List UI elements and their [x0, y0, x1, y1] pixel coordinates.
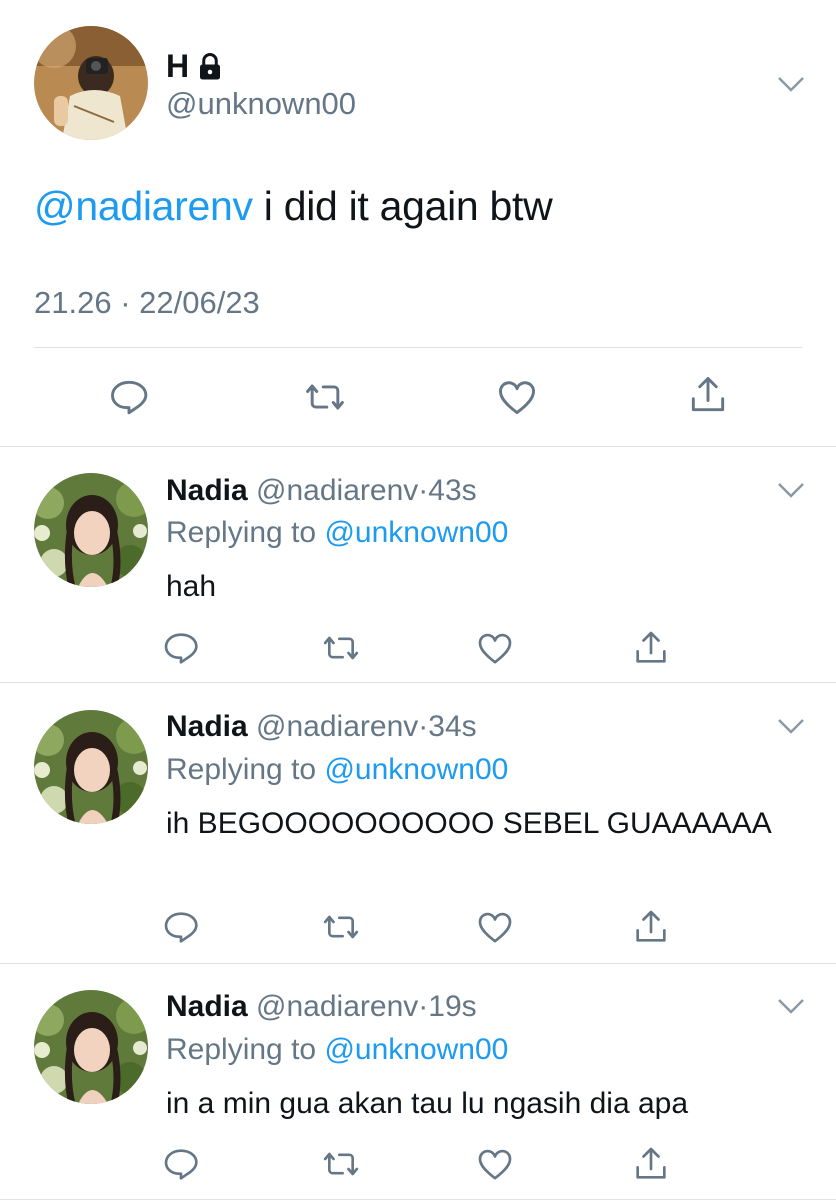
tweet-body: i did it again btw — [252, 183, 553, 229]
retweet-icon — [321, 628, 361, 668]
retweet-button[interactable] — [318, 626, 364, 670]
chevron-down-icon[interactable] — [776, 996, 806, 1016]
handle[interactable]: @unknown00 — [166, 86, 356, 122]
relative-time[interactable]: 19s — [428, 990, 476, 1023]
heart-icon — [495, 375, 539, 419]
replying-to-label: Replying to — [166, 753, 325, 786]
heart-icon — [475, 907, 515, 947]
reply-text: in a min gua akan tau lu ngasih dia apa — [166, 1087, 689, 1120]
reply-tweet: Nadia @nadiarenv·19s Replying to @unknown… — [0, 965, 836, 1200]
reply-icon — [161, 907, 201, 947]
share-icon — [686, 373, 730, 417]
reply-header: Nadia @nadiarenv·34s — [166, 710, 477, 744]
retweet-button[interactable] — [318, 905, 364, 949]
replying-to-label: Replying to — [166, 516, 325, 549]
lock-icon — [195, 52, 225, 82]
reply-header: Nadia @nadiarenv·19s — [166, 990, 477, 1024]
replying-to-mention[interactable]: @unknown00 — [324, 753, 508, 786]
timestamp[interactable]: 21.26 · 22/06/23 — [34, 285, 260, 321]
handle[interactable]: @nadiarenv — [256, 474, 418, 507]
display-name[interactable]: Nadia — [166, 990, 248, 1023]
share-button[interactable] — [628, 1142, 674, 1186]
handle[interactable]: @nadiarenv — [256, 990, 418, 1023]
retweet-button[interactable] — [318, 1142, 364, 1186]
share-icon — [631, 907, 671, 947]
like-button[interactable] — [472, 626, 518, 670]
reply-text: hah — [166, 570, 217, 603]
avatar[interactable] — [34, 473, 148, 587]
replying-to: Replying to @unknown00 — [166, 1033, 508, 1067]
heart-icon — [475, 1144, 515, 1184]
display-name-text: H — [166, 48, 190, 84]
like-button[interactable] — [472, 1142, 518, 1186]
reply-button[interactable] — [158, 905, 204, 949]
relative-time[interactable]: 34s — [428, 710, 476, 743]
handle[interactable]: @nadiarenv — [256, 710, 418, 743]
mention-link[interactable]: @nadiarenv — [34, 183, 253, 229]
like-button[interactable] — [472, 905, 518, 949]
replying-to-mention[interactable]: @unknown00 — [324, 1033, 508, 1066]
divider — [34, 347, 802, 348]
heart-icon — [475, 628, 515, 668]
chevron-down-icon[interactable] — [776, 716, 806, 736]
display-name[interactable]: Nadia — [166, 710, 248, 743]
retweet-icon — [321, 1144, 361, 1184]
reply-text: ih BEGOOOOOOOOOO SEBEL GUAAAAAA — [166, 807, 772, 840]
retweet-icon — [321, 907, 361, 947]
avatar[interactable] — [34, 710, 148, 824]
replying-to: Replying to @unknown00 — [166, 753, 508, 787]
retweet-button[interactable] — [300, 374, 350, 420]
replying-to: Replying to @unknown00 — [166, 516, 508, 550]
reply-icon — [107, 375, 151, 419]
reply-icon — [161, 628, 201, 668]
reply-button[interactable] — [104, 374, 154, 420]
reply-button[interactable] — [158, 1142, 204, 1186]
reply-button[interactable] — [158, 626, 204, 670]
display-name[interactable]: Nadia — [166, 474, 248, 507]
display-name[interactable]: H — [166, 48, 225, 85]
share-button[interactable] — [628, 905, 674, 949]
relative-time[interactable]: 43s — [428, 474, 476, 507]
chevron-down-icon[interactable] — [776, 480, 806, 500]
reply-tweet: Nadia @nadiarenv·43s Replying to @unknown… — [0, 448, 836, 683]
replying-to-label: Replying to — [166, 1033, 325, 1066]
avatar[interactable] — [34, 26, 148, 140]
separator: · — [418, 474, 429, 507]
tweet-text: @nadiarenv i did it again btw — [34, 183, 553, 230]
reply-tweet: Nadia @nadiarenv·34s Replying to @unknown… — [0, 684, 836, 964]
chevron-down-icon[interactable] — [776, 74, 806, 94]
reply-icon — [161, 1144, 201, 1184]
reply-header: Nadia @nadiarenv·43s — [166, 474, 477, 508]
main-tweet: H @unknown00 @nadiarenv i did it again b… — [0, 0, 836, 447]
avatar[interactable] — [34, 990, 148, 1104]
share-icon — [631, 628, 671, 668]
share-button[interactable] — [683, 372, 733, 418]
separator: · — [418, 710, 429, 743]
retweet-icon — [303, 375, 347, 419]
share-button[interactable] — [628, 626, 674, 670]
separator: · — [418, 990, 429, 1023]
replying-to-mention[interactable]: @unknown00 — [324, 516, 508, 549]
like-button[interactable] — [492, 374, 542, 420]
share-icon — [631, 1144, 671, 1184]
